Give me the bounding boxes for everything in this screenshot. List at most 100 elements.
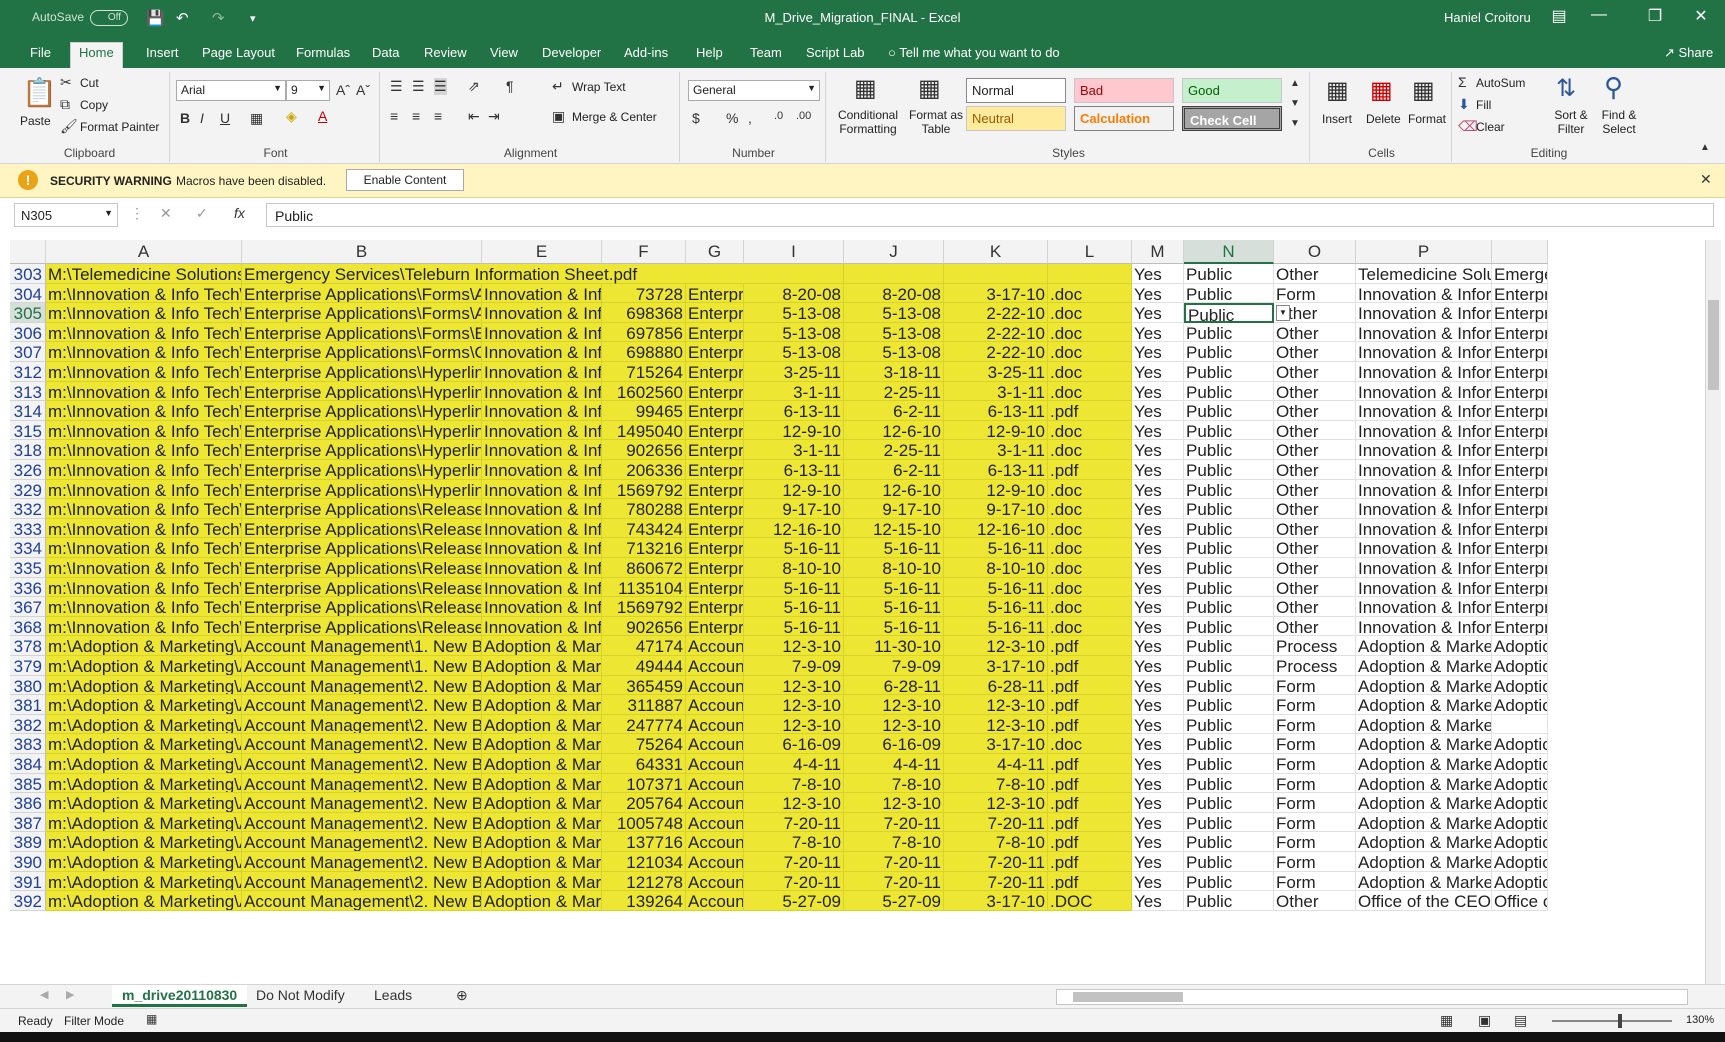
table-cell[interactable]: Public <box>1184 440 1274 460</box>
table-cell[interactable]: Yes <box>1132 636 1184 656</box>
scroll-thumb[interactable] <box>1708 300 1719 390</box>
table-cell[interactable]: 7-9-09 <box>844 656 944 676</box>
column-header-o[interactable]: O <box>1274 240 1356 264</box>
table-cell[interactable]: 73728 <box>602 283 686 304</box>
table-cell[interactable]: 3-17-10 <box>944 283 1048 304</box>
vertical-scrollbar[interactable] <box>1705 240 1721 984</box>
table-cell[interactable]: Other <box>1274 538 1356 558</box>
table-cell[interactable]: Account Management\2. New Business <box>242 812 482 833</box>
table-cell[interactable]: Enterpris <box>686 499 744 519</box>
table-cell[interactable]: Adoption & Marketin <box>1356 793 1492 813</box>
table-cell[interactable]: Account Management\2. New Business <box>242 714 482 735</box>
currency-icon[interactable]: $ <box>692 110 700 126</box>
table-cell[interactable]: Adoptio <box>1492 754 1548 774</box>
table-cell[interactable]: Innovation & Info T <box>482 518 602 539</box>
table-cell[interactable]: Adoption & Marke <box>482 773 602 794</box>
table-cell[interactable]: Adoption & Marketin <box>1356 734 1492 754</box>
table-cell[interactable]: Innovation & Informat <box>1356 479 1492 500</box>
table-cell[interactable]: Yes <box>1132 812 1184 833</box>
column-header-q[interactable] <box>1492 240 1548 264</box>
table-cell[interactable]: Account Management\2. New Business <box>242 754 482 774</box>
text-direction-icon[interactable]: ¶ <box>506 78 514 94</box>
table-cell[interactable]: Other <box>1274 616 1356 637</box>
table-cell[interactable]: Adoptio <box>1492 675 1548 696</box>
table-cell[interactable]: Public <box>1184 577 1274 598</box>
table-cell[interactable]: .pdf <box>1048 675 1132 696</box>
find-select-icon[interactable]: ⚲ <box>1604 72 1623 103</box>
table-cell[interactable]: 12-6-10 <box>844 479 944 500</box>
table-cell[interactable]: Adoption & Marketin <box>1356 812 1492 833</box>
table-cell[interactable]: Innovation & Informat <box>1356 303 1492 323</box>
select-all-corner[interactable] <box>10 240 46 264</box>
table-cell[interactable]: Innovation & Informat <box>1356 518 1492 539</box>
table-cell[interactable]: 713216 <box>602 538 686 558</box>
cancel-icon[interactable]: ✕ <box>160 205 172 222</box>
table-cell[interactable]: Adoption & Marketin <box>1356 636 1492 656</box>
row-header[interactable]: 384 <box>10 754 46 774</box>
row-header[interactable]: 306 <box>10 322 46 343</box>
table-cell[interactable]: Other <box>1274 342 1356 362</box>
table-cell[interactable]: 2-22-10 <box>944 303 1048 323</box>
h-scroll-thumb[interactable] <box>1073 992 1183 1002</box>
tab-help[interactable]: Help <box>688 43 731 68</box>
table-cell[interactable]: 8-10-10 <box>744 558 844 578</box>
table-cell[interactable]: m:\Innovation & Info Tech\Enter <box>46 342 242 362</box>
table-cell[interactable]: Yes <box>1132 558 1184 578</box>
table-cell[interactable]: m:\Adoption & Marketing\Accou <box>46 636 242 656</box>
table-cell[interactable]: 6-16-09 <box>744 734 844 754</box>
table-cell[interactable]: 1135104 <box>602 577 686 598</box>
table-cell[interactable]: 5-27-09 <box>844 891 944 911</box>
table-cell[interactable]: m:\Adoption & Marketing\Accou <box>46 695 242 715</box>
table-cell[interactable]: 6-13-11 <box>744 460 844 480</box>
table-cell[interactable]: 7-8-10 <box>744 773 844 794</box>
row-header[interactable]: 383 <box>10 734 46 754</box>
table-cell[interactable]: Enterpris <box>686 440 744 460</box>
table-cell[interactable]: Account Management\2. New Business <box>242 852 482 872</box>
table-cell[interactable]: Public <box>1184 695 1274 715</box>
table-cell[interactable]: Yes <box>1132 401 1184 421</box>
table-cell[interactable] <box>1048 264 1132 284</box>
paste-icon[interactable]: 📋 <box>22 76 57 109</box>
style-neutral[interactable]: Neutral <box>966 106 1066 131</box>
table-cell[interactable]: .doc <box>1048 303 1132 323</box>
table-cell[interactable]: 12-6-10 <box>844 420 944 441</box>
table-cell[interactable]: Yes <box>1132 342 1184 362</box>
table-cell[interactable]: Adoption & Marketin <box>1356 773 1492 794</box>
table-cell[interactable]: 7-20-11 <box>744 852 844 872</box>
table-cell[interactable]: Account Management\1. New Business <box>242 636 482 656</box>
table-cell[interactable]: 4-4-11 <box>744 754 844 774</box>
row-header[interactable]: 307 <box>10 342 46 362</box>
table-cell[interactable]: .doc <box>1048 734 1132 754</box>
table-cell[interactable]: .doc <box>1048 381 1132 402</box>
table-cell[interactable]: 12-9-10 <box>744 420 844 441</box>
table-cell[interactable]: Adoptio <box>1492 871 1548 892</box>
table-cell[interactable]: .doc <box>1048 362 1132 382</box>
table-cell[interactable]: Innovation & Informat <box>1356 558 1492 578</box>
row-header[interactable]: 315 <box>10 420 46 441</box>
table-cell[interactable]: Account <box>686 832 744 852</box>
table-cell[interactable]: Form <box>1274 675 1356 696</box>
row-header[interactable]: 390 <box>10 852 46 872</box>
table-cell[interactable]: m:\Innovation & Info Tech\Enter <box>46 303 242 323</box>
table-cell[interactable]: Adoptio <box>1492 852 1548 872</box>
table-cell[interactable]: Innovation & Info T <box>482 342 602 362</box>
table-cell[interactable]: Yes <box>1132 852 1184 872</box>
table-cell[interactable]: 2-22-10 <box>944 342 1048 362</box>
table-cell[interactable]: .pdf <box>1048 460 1132 480</box>
table-cell[interactable]: Innovation & Info T <box>482 499 602 519</box>
table-cell[interactable]: Enterprise Applications\Hyperlinked File <box>242 479 482 500</box>
table-cell[interactable]: Process <box>1274 656 1356 676</box>
table-cell[interactable]: Innovation & Informat <box>1356 283 1492 304</box>
tab-page-layout[interactable]: Page Layout <box>194 43 283 68</box>
table-cell[interactable]: .pdf <box>1048 773 1132 794</box>
table-cell[interactable]: Public <box>1184 714 1274 735</box>
table-cell[interactable]: 12-3-10 <box>744 793 844 813</box>
table-cell[interactable]: 12-3-10 <box>944 636 1048 656</box>
table-cell[interactable]: Innovation & Info T <box>482 460 602 480</box>
table-cell[interactable]: 5-16-11 <box>944 577 1048 598</box>
table-cell[interactable]: Account <box>686 852 744 872</box>
table-cell[interactable]: Enterpri <box>1492 558 1548 578</box>
table-cell[interactable]: Yes <box>1132 675 1184 696</box>
format-as-table-button[interactable]: Format as Table <box>906 108 966 136</box>
column-header-m[interactable]: M <box>1132 240 1184 264</box>
